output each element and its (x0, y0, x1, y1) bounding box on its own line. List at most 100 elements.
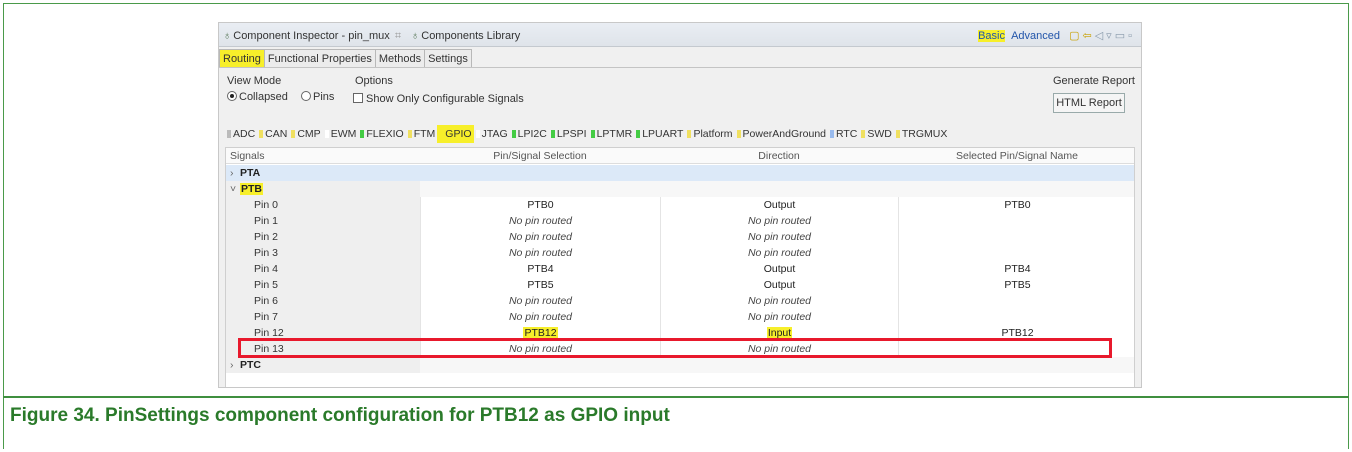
chevron-right-icon[interactable]: › (230, 357, 240, 373)
category-color-marker (291, 130, 296, 138)
pin-selection-value: No pin routed (508, 295, 573, 307)
category-label: TRGMUX (901, 128, 948, 140)
group-name: PTA (240, 167, 261, 179)
category-tab-flexio[interactable]: FLEXIO (358, 125, 405, 143)
pin-selection-cell[interactable]: PTB5 (420, 277, 660, 293)
component-icon: ♁ (223, 30, 232, 42)
html-report-button[interactable]: HTML Report (1053, 93, 1125, 113)
category-tab-gpio[interactable]: GPIO (437, 125, 474, 143)
table-row[interactable]: Pin 3 No pin routed No pin routed (226, 245, 1134, 261)
direction-cell[interactable]: No pin routed (660, 229, 898, 245)
group-empty-cell (420, 165, 660, 181)
col-header-selected-name[interactable]: Selected Pin/Signal Name (898, 148, 1134, 164)
advanced-mode-button[interactable]: Advanced (1011, 30, 1060, 42)
figure-caption: Figure 34. PinSettings component configu… (10, 405, 670, 426)
category-tab-jtag[interactable]: JTAG (474, 125, 510, 143)
direction-cell[interactable]: Output (660, 277, 898, 293)
category-tab-lptmr[interactable]: LPTMR (589, 125, 635, 143)
col-header-signals[interactable]: Signals (226, 148, 420, 164)
pin-selection-cell[interactable]: PTB0 (420, 197, 660, 213)
col-header-pin-selection[interactable]: Pin/Signal Selection (420, 148, 660, 164)
selected-pin-name[interactable] (898, 293, 1134, 309)
group-name: PTC (240, 359, 261, 371)
tab-component-inspector[interactable]: ♁ Component Inspector - pin_mux ⌗ (223, 27, 401, 45)
view-mode-pins-radio[interactable]: Pins (301, 91, 334, 103)
options-label: Options (355, 75, 393, 87)
direction-cell[interactable]: No pin routed (660, 309, 898, 325)
pin-selection-cell[interactable]: No pin routed (420, 229, 660, 245)
tab-routing[interactable]: Routing (219, 49, 265, 67)
pin-selection-cell[interactable]: No pin routed (420, 309, 660, 325)
chevron-right-icon[interactable]: › (230, 165, 240, 181)
category-tab-swd[interactable]: SWD (859, 125, 894, 143)
tab-components-library[interactable]: ♁ Components Library (411, 27, 520, 45)
group-label[interactable]: ˅ PTB (226, 181, 420, 197)
direction-cell[interactable]: Output (660, 261, 898, 277)
category-tab-trgmux[interactable]: TRGMUX (894, 125, 950, 143)
category-tab-rtc[interactable]: RTC (828, 125, 859, 143)
new-icon[interactable]: ▢ (1069, 30, 1082, 42)
tab-methods[interactable]: Methods (374, 49, 426, 67)
table-row[interactable]: Pin 5 PTB5 Output PTB5 (226, 277, 1134, 293)
selected-pin-name[interactable]: PTB5 (898, 277, 1134, 293)
pin-selection-cell[interactable]: PTB4 (420, 261, 660, 277)
pin-selection-cell[interactable]: No pin routed (420, 245, 660, 261)
table-row[interactable]: Pin 4 PTB4 Output PTB4 (226, 261, 1134, 277)
group-row-pta[interactable]: › PTA (226, 165, 1134, 181)
group-row-ptc[interactable]: › PTC (226, 357, 1134, 373)
direction-cell[interactable]: No pin routed (660, 213, 898, 229)
selected-pin-name[interactable] (898, 213, 1134, 229)
view-menu-icon[interactable]: ▿ (1106, 30, 1115, 42)
col-header-direction[interactable]: Direction (660, 148, 898, 164)
category-label: LPSPI (556, 128, 587, 140)
table-row[interactable]: Pin 0 PTB0 Output PTB0 (226, 197, 1134, 213)
category-tab-powerandground[interactable]: PowerAndGround (735, 125, 828, 143)
forward-icon[interactable]: ◁ (1095, 30, 1106, 42)
selected-pin-name[interactable] (898, 229, 1134, 245)
signal-name: Pin 5 (226, 277, 420, 293)
tab-settings[interactable]: Settings (424, 49, 472, 67)
signal-name: Pin 2 (226, 229, 420, 245)
maximize-icon[interactable]: ▫ (1128, 30, 1135, 42)
direction-cell[interactable]: No pin routed (660, 293, 898, 309)
group-row-ptb[interactable]: ˅ PTB (226, 181, 1134, 197)
category-tab-ftm[interactable]: FTM (406, 125, 438, 143)
selected-pin-name[interactable]: PTB0 (898, 197, 1134, 213)
category-color-marker (324, 130, 329, 138)
signal-name: Pin 7 (226, 309, 420, 325)
minimize-icon[interactable]: ▭ (1115, 30, 1128, 42)
category-tab-ewm[interactable]: EWM (323, 125, 359, 143)
category-tab-cmp[interactable]: CMP (289, 125, 322, 143)
close-tab-icon[interactable]: ⌗ (395, 30, 401, 42)
group-label[interactable]: › PTA (226, 165, 420, 181)
category-tab-platform[interactable]: Platform (685, 125, 734, 143)
group-label[interactable]: › PTC (226, 357, 420, 373)
back-icon[interactable]: ⇦ (1082, 30, 1094, 42)
category-tab-lpspi[interactable]: LPSPI (549, 125, 589, 143)
selected-pin-name[interactable] (898, 245, 1134, 261)
direction-cell[interactable]: No pin routed (660, 245, 898, 261)
pin-selection-cell[interactable]: No pin routed (420, 293, 660, 309)
chevron-down-icon[interactable]: ˅ (230, 181, 240, 197)
view-mode-collapsed-radio[interactable]: Collapsed (227, 91, 288, 103)
group-empty-cell (660, 165, 898, 181)
table-row[interactable]: Pin 7 No pin routed No pin routed (226, 309, 1134, 325)
table-row[interactable]: Pin 1 No pin routed No pin routed (226, 213, 1134, 229)
category-tab-adc[interactable]: ADC (225, 125, 257, 143)
category-tab-lpuart[interactable]: LPUART (634, 125, 685, 143)
table-row[interactable]: Pin 2 No pin routed No pin routed (226, 229, 1134, 245)
highlight-callout-box (238, 338, 1112, 358)
basic-mode-button[interactable]: Basic (978, 30, 1005, 42)
category-tab-lpi2c[interactable]: LPI2C (510, 125, 549, 143)
table-row[interactable]: Pin 6 No pin routed No pin routed (226, 293, 1134, 309)
selected-pin-name[interactable] (898, 309, 1134, 325)
direction-value: No pin routed (747, 295, 812, 307)
show-configurable-checkbox[interactable]: Show Only Configurable Signals (353, 93, 524, 105)
table-header: Signals Pin/Signal Selection Direction S… (226, 148, 1134, 164)
tab-functional-properties[interactable]: Functional Properties (263, 49, 376, 67)
pin-selection-cell[interactable]: No pin routed (420, 213, 660, 229)
selected-pin-name[interactable]: PTB4 (898, 261, 1134, 277)
category-tab-can[interactable]: CAN (257, 125, 289, 143)
category-color-marker (475, 130, 480, 138)
direction-cell[interactable]: Output (660, 197, 898, 213)
